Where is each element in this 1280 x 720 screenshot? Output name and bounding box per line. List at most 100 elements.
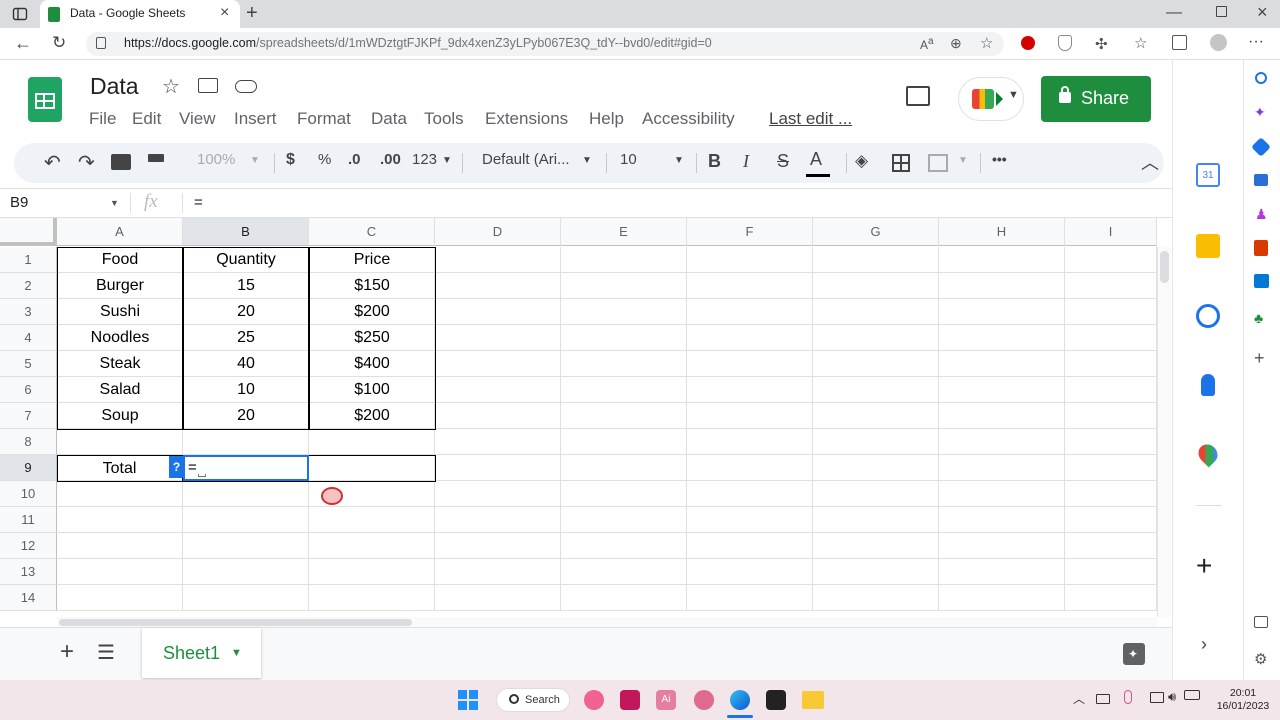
bold-button[interactable]: B bbox=[708, 151, 721, 172]
drop-icon[interactable]: ♣ bbox=[1254, 310, 1263, 326]
cell-B6[interactable]: 10 bbox=[183, 377, 309, 403]
explore-icon[interactable]: ✦ bbox=[1123, 643, 1145, 665]
taskbar-clock[interactable]: 20:01 16/01/2023 bbox=[1214, 687, 1272, 713]
column-header-F[interactable]: F bbox=[687, 218, 813, 246]
select-all-corner[interactable] bbox=[0, 218, 57, 246]
column-header-D[interactable]: D bbox=[435, 218, 561, 246]
column-header-G[interactable]: G bbox=[813, 218, 939, 246]
hide-sidebar-icon[interactable] bbox=[1254, 616, 1268, 628]
font-size-select[interactable]: 10 bbox=[620, 151, 637, 168]
collapse-toolbar-icon[interactable]: ︿ bbox=[1141, 149, 1159, 175]
menu-file[interactable]: File bbox=[89, 109, 116, 129]
menu-edit[interactable]: Edit bbox=[132, 109, 161, 129]
url-field[interactable]: https://docs.google.com/spreadsheets/d/1… bbox=[86, 32, 1004, 56]
tab-actions-icon[interactable] bbox=[12, 6, 28, 22]
show-side-panel-icon[interactable]: › bbox=[1201, 634, 1207, 655]
cell-C6[interactable]: $100 bbox=[309, 377, 435, 403]
cell-A6[interactable]: Salad bbox=[57, 377, 183, 403]
microphone-icon[interactable] bbox=[1124, 690, 1132, 704]
more-options-button[interactable]: ••• bbox=[992, 151, 1007, 167]
outlook-icon[interactable] bbox=[1254, 274, 1269, 288]
illustrator-icon[interactable]: Ai bbox=[656, 690, 676, 710]
formula-input[interactable]: = bbox=[194, 194, 203, 211]
browser-tab-active[interactable]: Data - Google Sheets × bbox=[40, 0, 240, 28]
increase-decimal-button[interactable]: .00 bbox=[380, 151, 401, 168]
favorites-icon[interactable]: ☆ bbox=[1134, 34, 1147, 52]
cell-A1[interactable]: Food bbox=[57, 247, 183, 273]
row-header-5[interactable]: 5 bbox=[0, 351, 57, 377]
read-aloud-icon[interactable]: Aa bbox=[920, 36, 934, 52]
zoom-icon[interactable]: ⊕ bbox=[950, 35, 962, 52]
horizontal-scrollbar[interactable] bbox=[57, 617, 1157, 627]
tab-close-icon[interactable]: × bbox=[220, 4, 229, 22]
fill-color-icon[interactable]: ◈ bbox=[855, 151, 868, 171]
add-sheet-icon[interactable]: + bbox=[60, 638, 74, 666]
cell-C5[interactable]: $400 bbox=[309, 351, 435, 377]
menu-insert[interactable]: Insert bbox=[234, 109, 277, 129]
currency-format-button[interactable]: $ bbox=[286, 151, 295, 169]
text-color-button[interactable]: A bbox=[810, 149, 822, 170]
cell-B7[interactable]: 20 bbox=[183, 403, 309, 429]
cell-A7[interactable]: Soup bbox=[57, 403, 183, 429]
font-dropdown-icon[interactable]: ▼ bbox=[582, 155, 592, 166]
column-header-B[interactable]: B bbox=[183, 218, 309, 246]
copilot-icon[interactable]: ✦ bbox=[1254, 104, 1266, 121]
vertical-scrollbar[interactable] bbox=[1157, 247, 1171, 617]
cell-A2[interactable]: Burger bbox=[57, 273, 183, 299]
cloud-status-icon[interactable] bbox=[235, 80, 257, 93]
row-header-6[interactable]: 6 bbox=[0, 377, 57, 403]
app-icon-2[interactable] bbox=[620, 690, 640, 710]
paint-format-icon[interactable] bbox=[148, 154, 164, 162]
row-header-10[interactable]: 10 bbox=[0, 481, 57, 507]
get-addons-icon[interactable]: + bbox=[1196, 550, 1212, 582]
menu-data[interactable]: Data bbox=[371, 109, 407, 129]
column-header-A[interactable]: A bbox=[57, 218, 183, 246]
column-header-C[interactable]: C bbox=[309, 218, 435, 246]
star-icon[interactable]: ☆ bbox=[162, 74, 180, 99]
capcut-icon[interactable] bbox=[766, 690, 786, 710]
battery-icon[interactable] bbox=[1184, 690, 1200, 700]
vertical-scroll-thumb[interactable] bbox=[1160, 251, 1169, 283]
row-header-11[interactable]: 11 bbox=[0, 507, 57, 533]
row-header-3[interactable]: 3 bbox=[0, 299, 57, 325]
italic-button[interactable]: I bbox=[743, 151, 749, 172]
column-header-H[interactable]: H bbox=[939, 218, 1065, 246]
office-icon[interactable] bbox=[1254, 240, 1268, 256]
zoom-dropdown-icon[interactable]: ▼ bbox=[250, 155, 260, 166]
strikethrough-button[interactable]: S bbox=[777, 151, 789, 172]
sheet-tab-sheet1[interactable]: Sheet1 ▼ bbox=[142, 628, 261, 678]
decrease-decimal-button[interactable]: .0 bbox=[348, 151, 361, 168]
formula-help-badge[interactable]: ? bbox=[169, 456, 184, 478]
search-icon[interactable] bbox=[1255, 72, 1267, 84]
opera-extension-icon[interactable] bbox=[1021, 36, 1035, 50]
total-label[interactable]: Total bbox=[57, 456, 182, 482]
tray-overflow-icon[interactable]: ︿ bbox=[1073, 690, 1085, 707]
column-header-I[interactable]: I bbox=[1065, 218, 1157, 246]
maximize-icon[interactable] bbox=[1216, 6, 1227, 17]
row-header-7[interactable]: 7 bbox=[0, 403, 57, 429]
name-box[interactable]: B9 bbox=[10, 194, 28, 211]
cell-A4[interactable]: Noodles bbox=[57, 325, 183, 351]
browser-menu-icon[interactable]: ··· bbox=[1248, 33, 1264, 51]
menu-format[interactable]: Format bbox=[297, 109, 351, 129]
menu-help[interactable]: Help bbox=[589, 109, 624, 129]
menu-view[interactable]: View bbox=[179, 109, 216, 129]
collections-icon[interactable] bbox=[1172, 35, 1187, 50]
back-icon[interactable]: ← bbox=[14, 33, 32, 54]
last-edit-link[interactable]: Last edit ... bbox=[769, 109, 852, 129]
menu-tools[interactable]: Tools bbox=[424, 109, 464, 129]
file-explorer-icon[interactable] bbox=[802, 691, 824, 709]
display-icon[interactable] bbox=[1150, 692, 1164, 703]
games-icon[interactable]: ♟ bbox=[1255, 206, 1268, 223]
horizontal-scroll-thumb[interactable] bbox=[59, 619, 412, 626]
menu-extensions[interactable]: Extensions bbox=[485, 109, 568, 129]
start-icon[interactable] bbox=[458, 690, 478, 710]
extensions-icon[interactable]: ✣ bbox=[1095, 35, 1108, 53]
shield-extension-icon[interactable] bbox=[1058, 35, 1072, 51]
sidebar-settings-icon[interactable]: ⚙ bbox=[1254, 650, 1267, 668]
cell-B2[interactable]: 15 bbox=[183, 273, 309, 299]
number-format-button[interactable]: 123 bbox=[412, 151, 437, 168]
active-cell-editor[interactable]: = bbox=[183, 455, 309, 481]
cell-A3[interactable]: Sushi bbox=[57, 299, 183, 325]
sheet-tab-dropdown-icon[interactable]: ▼ bbox=[231, 647, 242, 659]
